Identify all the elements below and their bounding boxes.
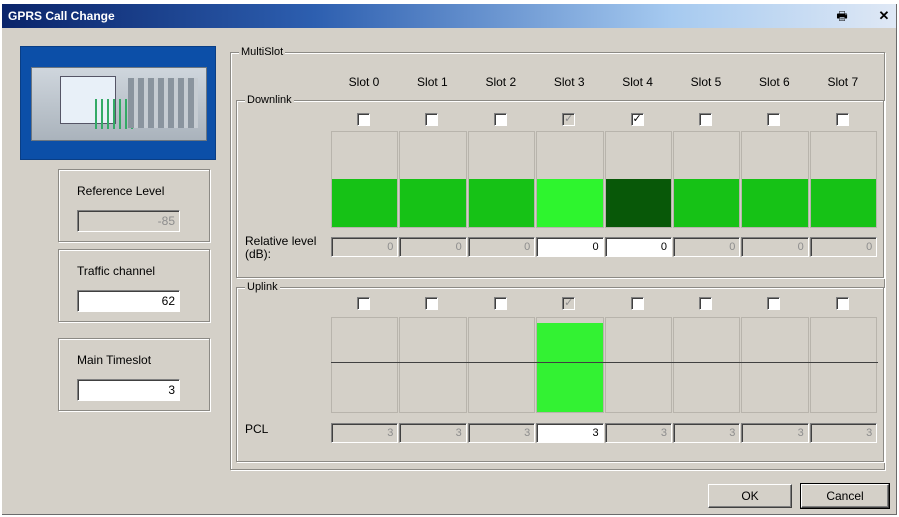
reference-level-label: Reference Level <box>77 184 165 198</box>
slot-header-4: Slot 4 <box>622 75 653 89</box>
print-icon[interactable]: 🖶 <box>834 9 850 23</box>
traffic-channel-label: Traffic channel <box>77 264 156 278</box>
close-icon[interactable]: ✕ <box>876 9 892 23</box>
instrument-keypad <box>128 78 198 128</box>
downlink-relative-level-field-7: 0 <box>809 237 878 257</box>
downlink-level-bar-0 <box>332 179 398 227</box>
downlink-checkbox-6[interactable] <box>767 113 781 126</box>
uplink-midline-2 <box>467 362 537 363</box>
uplink-midline-3 <box>536 362 605 363</box>
uplink-pcl-field-6: 3 <box>741 423 809 443</box>
uplink-checkbox-5[interactable] <box>699 297 712 310</box>
downlink-relative-level-field-2: 0 <box>467 237 536 257</box>
downlink-checkbox-7[interactable] <box>835 113 849 126</box>
downlink-label: Downlink <box>245 94 294 106</box>
uplink-pcl-field-7: 3 <box>809 423 878 443</box>
downlink-level-bar-2 <box>468 179 535 227</box>
uplink-checkbox-2[interactable] <box>493 297 507 310</box>
downlink-checkbox-5[interactable] <box>699 113 712 126</box>
reference-level-group: Reference Level -85 <box>58 169 210 242</box>
title-bar: GPRS Call Change 🖶 ✕ <box>2 4 896 28</box>
downlink-relative-level-field-6: 0 <box>741 237 809 257</box>
dialog-window: GPRS Call Change 🖶 ✕ Reference Level -85… <box>2 4 897 515</box>
uplink-bar-cell-7 <box>809 317 878 413</box>
slot-header-2: Slot 2 <box>485 75 517 89</box>
uplink-midline-4 <box>604 362 673 363</box>
downlink-checkbox-1[interactable] <box>425 113 439 126</box>
slot-header-7: Slot 7 <box>827 75 859 89</box>
uplink-checkbox-3: ✓ <box>562 297 576 310</box>
uplink-pcl-field-3[interactable]: 3 <box>536 423 604 443</box>
uplink-midline-1 <box>399 362 468 363</box>
downlink-level-bar-7 <box>810 179 877 227</box>
slot-header-5: Slot 5 <box>690 75 722 89</box>
cancel-button[interactable]: Cancel <box>800 483 890 509</box>
downlink-checkbox-0[interactable] <box>357 113 370 126</box>
uplink-pcl-field-2: 3 <box>467 423 536 443</box>
relative-level-label-line1: Relative level <box>245 234 317 248</box>
main-timeslot-label: Main Timeslot <box>77 353 152 367</box>
instrument-screen <box>60 76 135 129</box>
downlink-checkbox-3: ✓ <box>562 113 576 126</box>
traffic-channel-field[interactable]: 62 <box>77 290 180 312</box>
downlink-level-bar-1 <box>400 179 466 227</box>
window-title: GPRS Call Change <box>8 9 115 23</box>
downlink-level-bar-3 <box>537 179 603 227</box>
main-timeslot-group: Main Timeslot 3 <box>58 338 210 411</box>
uplink-label: Uplink <box>245 281 280 293</box>
main-timeslot-field[interactable]: 3 <box>77 379 180 401</box>
ok-button[interactable]: OK <box>708 484 792 508</box>
uplink-bar-cell-1 <box>399 317 467 413</box>
slot-header-0: Slot 0 <box>348 75 380 89</box>
uplink-bar-cell-4 <box>604 317 672 413</box>
uplink-bar-cell-2 <box>467 317 536 413</box>
downlink-checkbox-4[interactable]: ✓ <box>630 113 644 126</box>
uplink-midline-0 <box>331 362 400 363</box>
downlink-level-bar-5 <box>674 179 740 227</box>
uplink-checkbox-6[interactable] <box>767 297 781 310</box>
downlink-level-bar-6 <box>742 179 808 227</box>
relative-level-label-line2: (dB): <box>245 247 272 261</box>
uplink-bar-cell-6 <box>741 317 809 413</box>
uplink-pcl-field-1: 3 <box>399 423 467 443</box>
uplink-checkbox-4[interactable] <box>630 297 644 310</box>
uplink-active-bar-3 <box>537 323 603 412</box>
uplink-pcl-field-5: 3 <box>673 423 741 443</box>
reference-level-field: -85 <box>77 210 180 232</box>
uplink-pcl-field-0: 3 <box>331 423 399 443</box>
slot-header-1: Slot 1 <box>417 75 448 89</box>
uplink-pcl-field-4: 3 <box>604 423 672 443</box>
uplink-bar-cell-0 <box>331 317 399 413</box>
uplink-midline-7 <box>809 362 879 363</box>
multislot-label: MultiSlot <box>239 46 286 58</box>
downlink-relative-level-field-0: 0 <box>331 237 399 257</box>
downlink-checkbox-2[interactable] <box>493 113 507 126</box>
slot-header-6: Slot 6 <box>759 75 790 89</box>
uplink-checkbox-0[interactable] <box>357 297 370 310</box>
downlink-relative-level-field-1: 0 <box>399 237 467 257</box>
uplink-checkbox-1[interactable] <box>425 297 439 310</box>
uplink-midline-5 <box>673 362 742 363</box>
traffic-channel-group: Traffic channel 62 <box>58 249 210 322</box>
instrument-image <box>20 46 216 160</box>
downlink-relative-level-field-3[interactable]: 0 <box>536 237 604 257</box>
downlink-relative-level-field-5: 0 <box>673 237 741 257</box>
slot-header-3: Slot 3 <box>553 75 585 89</box>
instrument-body <box>31 67 207 141</box>
relative-level-label: Relative level (dB): <box>245 235 316 261</box>
downlink-relative-level-field-4[interactable]: 0 <box>604 237 672 257</box>
downlink-level-bar-4 <box>605 179 671 227</box>
pcl-label: PCL <box>245 422 269 436</box>
uplink-midline-6 <box>741 362 810 363</box>
uplink-checkbox-7[interactable] <box>835 297 849 310</box>
uplink-bar-cell-5 <box>673 317 741 413</box>
